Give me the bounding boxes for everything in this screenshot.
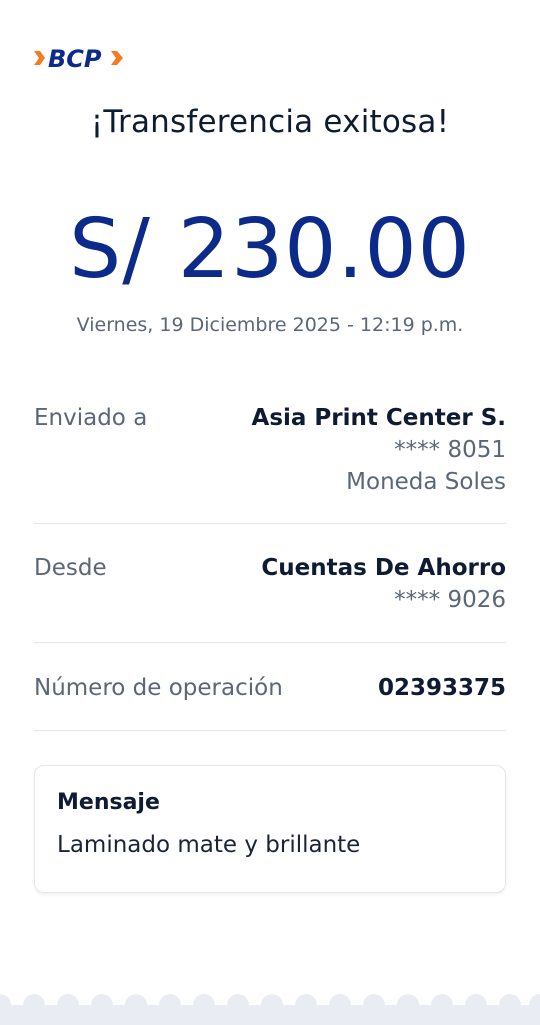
operation-number: 02393375 — [377, 675, 506, 701]
bcp-logo: BCP — [34, 44, 124, 72]
operation-label: Número de operación — [34, 675, 283, 701]
recipient-account: **** 8051 — [394, 437, 506, 463]
bcp-logo-icon: BCP — [34, 45, 123, 72]
source-account-type: Cuentas De Ahorro — [261, 555, 506, 581]
from-label: Desde — [34, 555, 107, 581]
operation-values: 02393375 — [378, 672, 506, 704]
divider — [34, 730, 506, 731]
recipient-name: Asia Print Center S. — [251, 405, 506, 431]
recipient-currency: Moneda Soles — [346, 469, 506, 495]
message-card: Mensaje Laminado mate y brillante — [34, 765, 506, 893]
sent-to-label: Enviado a — [34, 405, 148, 431]
source-account: **** 9026 — [394, 587, 506, 613]
from-values: Cuentas De Ahorro **** 9026 — [261, 552, 506, 616]
receipt-screen: BCP ¡Transferencia exitosa! S/ 230.00 Vi… — [0, 0, 540, 1025]
from-row: Desde Cuentas De Ahorro **** 9026 — [34, 552, 506, 616]
operation-row: Número de operación 02393375 — [34, 672, 506, 704]
divider — [34, 523, 506, 524]
transfer-datetime: Viernes, 19 Diciembre 2025 - 12:19 p.m. — [76, 314, 464, 336]
sent-to-row: Enviado a Asia Print Center S. **** 8051… — [34, 402, 506, 498]
message-title: Mensaje — [57, 790, 160, 815]
sent-to-values: Asia Print Center S. **** 8051 Moneda So… — [252, 402, 506, 498]
divider — [34, 642, 506, 643]
message-text: Laminado mate y brillante — [57, 832, 361, 858]
receipt-scalloped-edge — [0, 994, 540, 1025]
page-title: ¡Transferencia exitosa! — [90, 104, 450, 140]
transfer-amount: S/ 230.00 — [69, 202, 471, 297]
bcp-logo-text: BCP — [48, 45, 102, 72]
